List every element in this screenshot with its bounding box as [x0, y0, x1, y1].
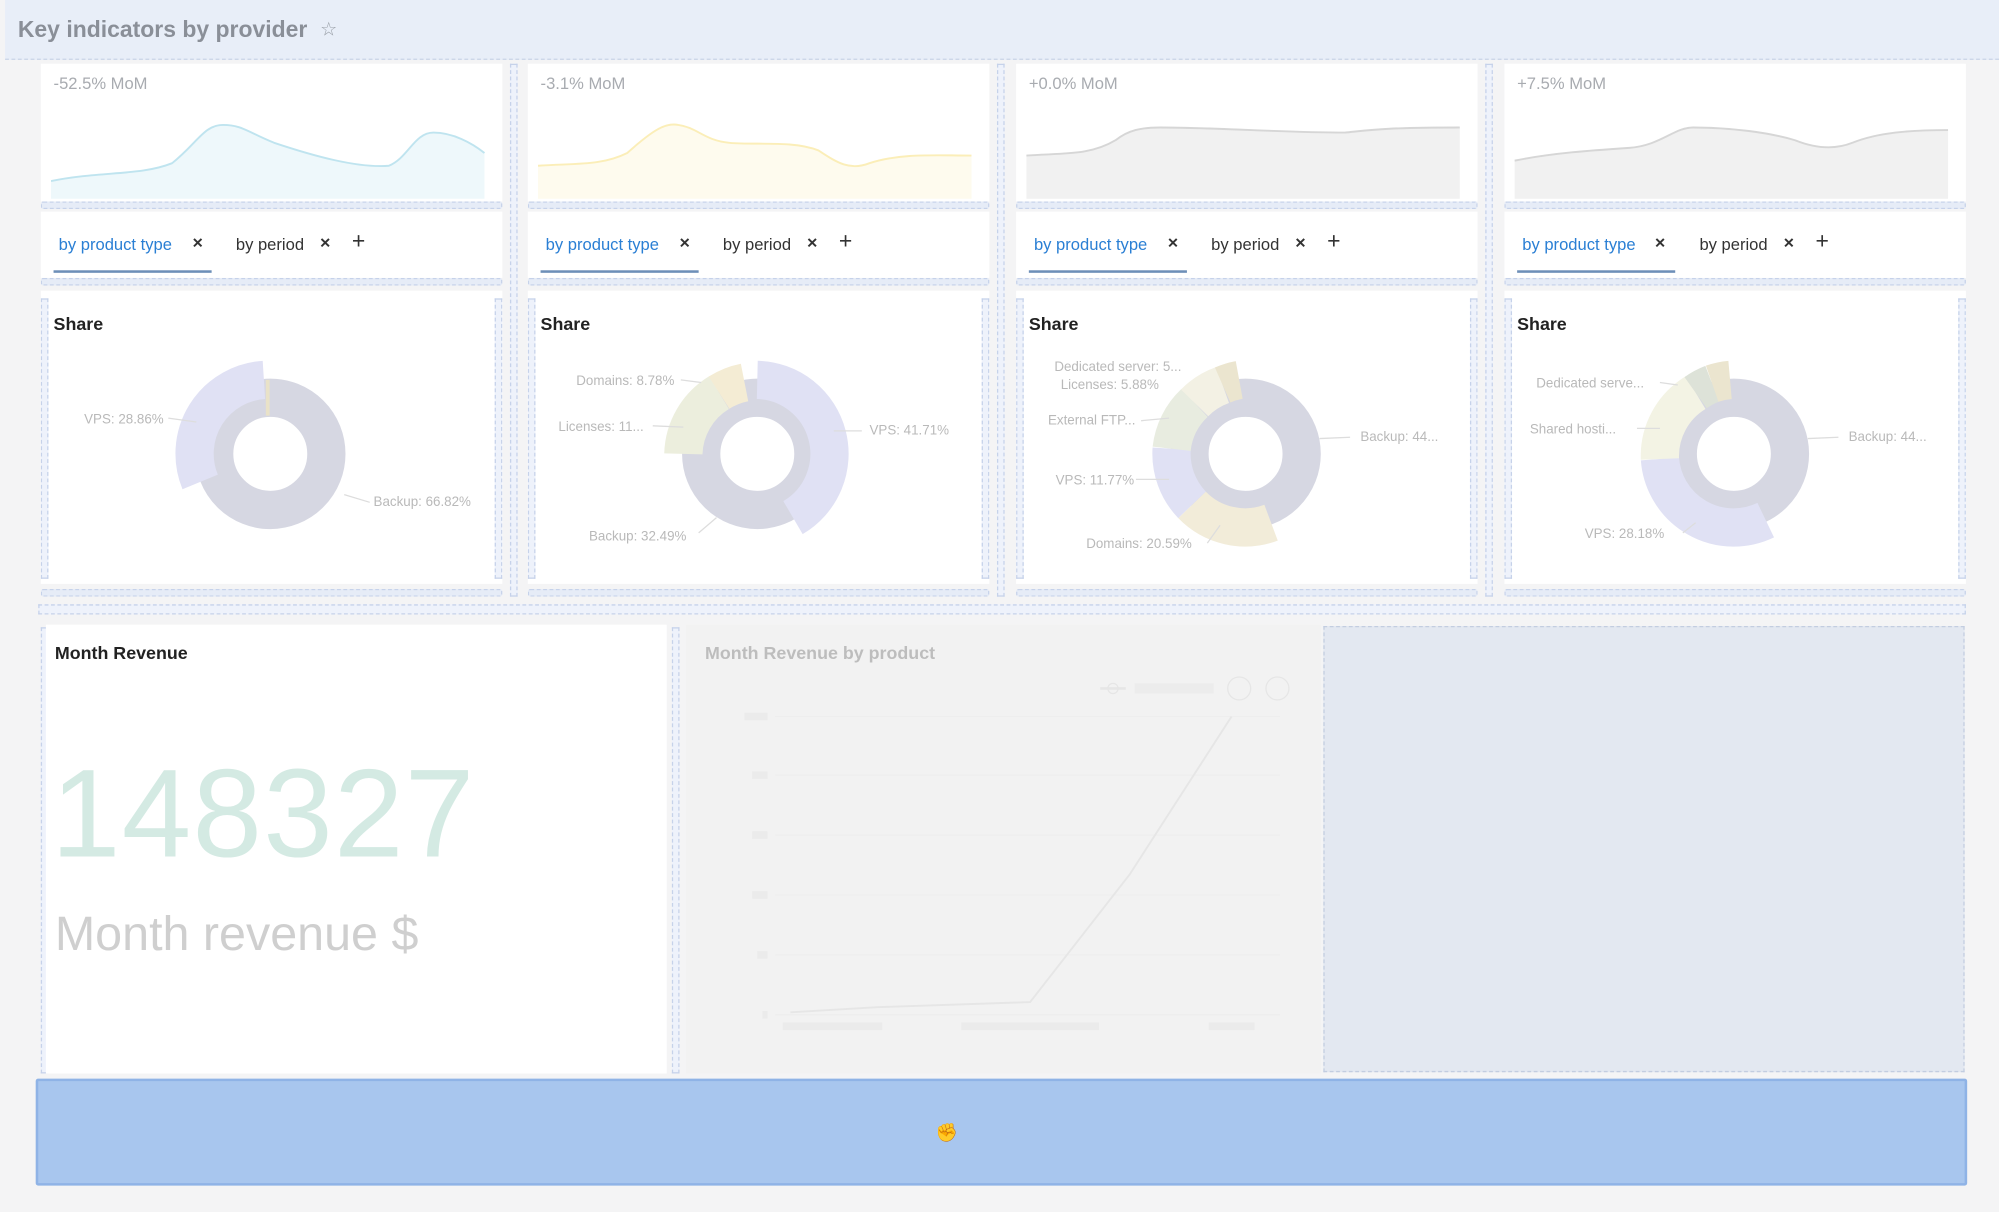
tab-bar: by product type × by period × +	[527, 211, 990, 278]
tab-by-product-type[interactable]: by product type	[1034, 235, 1147, 254]
share-label: Dedicated serve...	[1536, 376, 1644, 391]
row-resize-handle[interactable]	[1016, 277, 1478, 286]
share-label: Licenses: 5.88%	[1061, 377, 1159, 392]
column-resize-handle[interactable]	[1485, 63, 1493, 597]
kpi-card: -52.5% MoM	[40, 63, 503, 202]
row-resize-handle[interactable]	[527, 277, 990, 286]
tab-bar: by product type × by period × +	[1016, 211, 1478, 278]
tab-bar: by product type × by period × +	[1504, 211, 1966, 278]
active-tab-indicator	[53, 270, 212, 273]
mom-change: +7.5% MoM	[1517, 73, 1607, 94]
tab-by-period[interactable]: by period	[723, 235, 791, 254]
share-label: VPS: 28.86%	[84, 411, 164, 426]
sparkline	[538, 123, 972, 199]
row-resize-handle[interactable]	[527, 589, 990, 597]
empty-widget-placeholder[interactable]	[1323, 625, 1965, 1073]
column-resize-handle[interactable]	[996, 63, 1005, 597]
share-label: Backup: 44...	[1849, 429, 1927, 444]
close-icon[interactable]: ×	[1168, 232, 1178, 252]
mom-change: -52.5% MoM	[53, 73, 148, 94]
kpi-caption: Month revenue $	[54, 907, 419, 962]
row-resize-handle[interactable]	[40, 589, 503, 597]
row-resize-handle[interactable]	[527, 201, 990, 210]
close-icon[interactable]: ×	[680, 232, 690, 252]
close-icon[interactable]: ×	[1295, 232, 1305, 252]
row-resize-handle[interactable]	[38, 604, 1966, 615]
row-resize-handle[interactable]	[40, 201, 503, 210]
add-tab-icon[interactable]: +	[352, 228, 365, 255]
tab-by-product-type[interactable]: by product type	[546, 235, 659, 254]
drop-zone[interactable]: ✊	[35, 1078, 1968, 1186]
close-icon[interactable]: ×	[807, 232, 817, 252]
share-label: Dedicated server: 5...	[1054, 359, 1181, 374]
row-resize-handle[interactable]	[1016, 589, 1478, 597]
kpi-card: -3.1% MoM	[527, 63, 990, 202]
grab-cursor-icon: ✊	[935, 1121, 959, 1143]
share-card: Share Dedicated server: 5... Licenses: 5…	[1016, 290, 1478, 584]
tab-by-product-type[interactable]: by product type	[59, 235, 172, 254]
share-label: Backup: 32.49%	[589, 529, 687, 544]
row-resize-handle[interactable]	[1016, 201, 1478, 210]
share-label: Backup: 66.82%	[374, 494, 472, 509]
active-tab-indicator	[540, 270, 699, 273]
tab-bar: by product type × by period × +	[40, 211, 503, 278]
add-tab-icon[interactable]: +	[1815, 228, 1828, 255]
sparkline	[1026, 126, 1460, 199]
active-tab-indicator	[1028, 270, 1187, 273]
faded-line-chart	[744, 676, 1290, 1031]
row-resize-handle[interactable]	[40, 277, 503, 286]
row-resize-handle[interactable]	[1504, 201, 1966, 210]
donut-chart: Dedicated server: 5... Licenses: 5.88% E…	[1048, 359, 1438, 551]
mom-change: -3.1% MoM	[540, 73, 626, 94]
donut-chart: VPS: 28.86% Backup: 66.82%	[84, 360, 472, 530]
kpi-card: +0.0% MoM	[1016, 63, 1478, 202]
page-title: Key indicators by provider	[17, 15, 308, 42]
row-resize-handle[interactable]	[1504, 277, 1966, 286]
share-label: Shared hosti...	[1530, 421, 1616, 436]
column-resize-handle[interactable]	[509, 63, 518, 597]
tab-by-period[interactable]: by period	[236, 235, 304, 254]
share-label: Backup: 44...	[1360, 429, 1438, 444]
share-label: Domains: 8.78%	[576, 373, 674, 388]
close-icon[interactable]: ×	[193, 232, 203, 252]
tab-by-product-type[interactable]: by product type	[1522, 235, 1635, 254]
column-resize-handle[interactable]	[671, 627, 680, 1074]
donut-chart: Domains: 8.78% Licenses: 11... VPS: 41.7…	[558, 360, 949, 544]
sparkline	[50, 123, 486, 199]
close-icon[interactable]: ×	[1655, 232, 1665, 252]
card-title: Month Revenue by product	[705, 642, 936, 663]
row-resize-handle[interactable]	[1504, 589, 1966, 597]
star-icon[interactable]: ☆	[320, 18, 337, 41]
add-tab-icon[interactable]: +	[1327, 228, 1340, 255]
share-label: Domains: 20.59%	[1086, 536, 1192, 551]
share-label: External FTP...	[1048, 413, 1135, 428]
kpi-card: +7.5% MoM	[1504, 63, 1966, 202]
tab-by-period[interactable]: by period	[1211, 235, 1279, 254]
donut-chart: Dedicated serve... Shared hosti... VPS: …	[1530, 360, 1927, 547]
dashboard-header: Key indicators by provider ☆	[5, 0, 1999, 60]
share-label: VPS: 28.18%	[1585, 526, 1665, 541]
share-label: VPS: 11.77%	[1056, 472, 1135, 487]
mom-change: +0.0% MoM	[1028, 73, 1118, 94]
tab-by-period[interactable]: by period	[1699, 235, 1767, 254]
share-label: VPS: 41.71%	[869, 423, 949, 438]
share-card: Share Domains: 8.78% Licenses: 11... VPS…	[527, 290, 990, 584]
close-icon[interactable]: ×	[1784, 232, 1794, 252]
month-revenue-card: Month Revenue 148327 Month revenue $	[45, 624, 667, 1074]
share-label: Licenses: 11...	[558, 419, 643, 434]
add-tab-icon[interactable]: +	[839, 228, 852, 255]
sparkline	[1514, 126, 1949, 199]
kpi-value: 148327	[50, 743, 476, 884]
card-title: Month Revenue	[54, 642, 188, 663]
active-tab-indicator	[1517, 270, 1676, 273]
share-card: Share Dedicated serve... Shared hosti...…	[1504, 290, 1966, 584]
close-icon[interactable]: ×	[320, 232, 330, 252]
revenue-by-product-card: Month Revenue by product	[685, 624, 1321, 1074]
share-card: Share VPS: 28.86% Backup: 66.82%	[40, 290, 503, 584]
